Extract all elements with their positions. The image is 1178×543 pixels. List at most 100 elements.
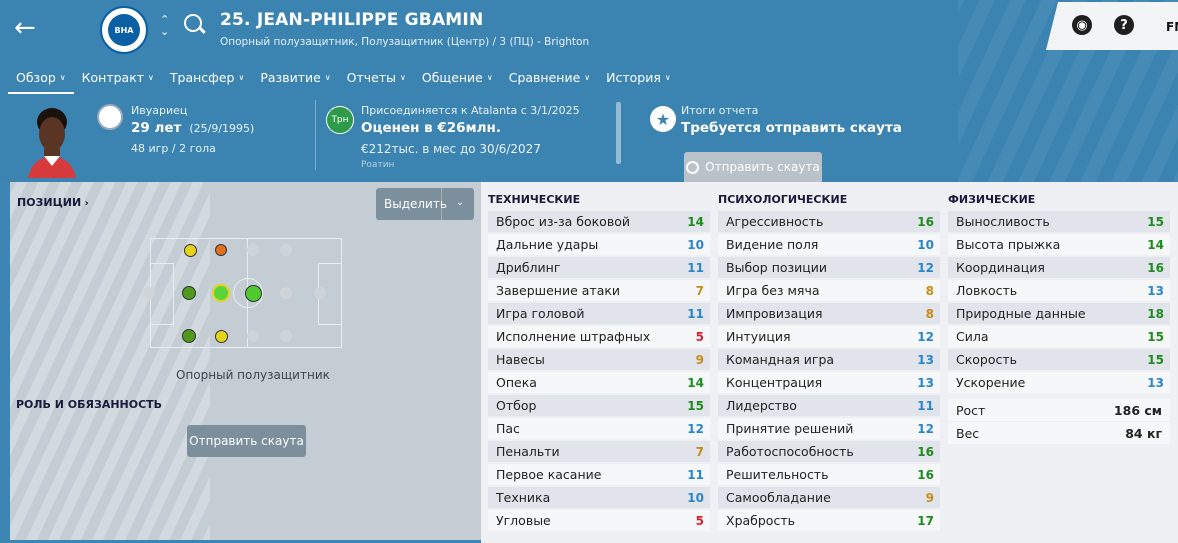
attribute-value: 15 [687,398,704,413]
nav-tab[interactable]: История ∨ [598,66,679,94]
attribute-row[interactable]: Импровизация 8 [718,303,940,324]
attribute-row[interactable]: Лидерство 11 [718,395,940,416]
nav-tab[interactable]: Обзор ∨ [8,66,74,94]
position-dot[interactable] [143,287,155,299]
attribute-row[interactable]: Концентрация 13 [718,372,940,393]
attribute-row[interactable]: Природные данные 18 [948,303,1170,324]
nav-tab[interactable]: Сравнение ∨ [501,66,598,94]
career-stats: 48 игр / 2 гола [131,142,216,155]
chevron-down-icon: ∨ [324,73,331,82]
scrollbar[interactable] [616,102,621,164]
back-arrow-icon[interactable]: ← [14,14,44,44]
attribute-row[interactable]: Игра головой 11 [488,303,710,324]
position-dot[interactable] [247,330,259,342]
attribute-row[interactable]: Скорость 15 [948,349,1170,370]
attribute-row[interactable]: Угловые 5 [488,510,710,531]
position-dot[interactable] [244,284,262,302]
position-dot[interactable] [182,286,196,300]
chevron-down-icon: ⌄ [455,197,464,208]
search-icon[interactable] [184,14,202,32]
attribute-row[interactable]: Принятие решений 12 [718,418,940,439]
attribute-row[interactable]: Самообладание 9 [718,487,940,508]
nav-tabs: Обзор ∨ Контракт ∨ Трансфер ∨ Развитие ∨ Отчеты ∨… [8,66,679,94]
position-dot[interactable] [183,243,197,257]
attribute-name: Первое касание [496,467,602,482]
clipped-text: Роатин [361,160,395,168]
attribute-row[interactable]: Выбор позиции 12 [718,257,940,278]
attribute-row[interactable]: Выносливость 15 [948,211,1170,232]
nav-tab[interactable]: Общение ∨ [414,66,501,94]
report-label: Итоги отчета [681,104,759,117]
attribute-row[interactable]: Ловкость 13 [948,280,1170,301]
nav-tab-label: Контракт [81,70,145,85]
help-icon[interactable]: ? [1114,15,1134,35]
attribute-row[interactable]: Работоспособность 16 [718,441,940,462]
attribute-row[interactable]: Дриблинг 11 [488,257,710,278]
attribute-row[interactable]: Интуиция 12 [718,326,940,347]
attribute-value: 16 [917,467,934,482]
attribute-value: 10 [687,490,704,505]
player-title: 25. JEAN-PHILIPPE GBAMIN [220,10,484,30]
attribute-row[interactable]: Отбор 15 [488,395,710,416]
attribute-value: 9 [695,352,704,367]
attribute-name: Завершение атаки [496,283,621,298]
send-scout-top-label: Отправить скаута [705,160,820,174]
send-scout-button[interactable]: Отправить скаута [187,425,306,457]
attribute-name: Техника [496,490,551,505]
report-status: Требуется отправить скаута [681,120,902,136]
send-scout-top-button[interactable]: Отправить скаута [684,152,822,182]
nav-tab[interactable]: Трансфер ∨ [162,66,252,94]
attribute-name: Командная игра [726,352,835,367]
attribute-row[interactable]: Дальние удары 10 [488,234,710,255]
attribute-row[interactable]: Ускорение 13 [948,372,1170,393]
attribute-name: Самообладание [726,490,831,505]
position-dot[interactable] [280,287,292,299]
attribute-row[interactable]: Храбрость 17 [718,510,940,531]
attribute-row[interactable]: Техника 10 [488,487,710,508]
attribute-row[interactable]: Пенальти 7 [488,441,710,462]
attribute-row[interactable]: Агрессивность 16 [718,211,940,232]
attribute-value: 11 [687,467,704,482]
position-dot[interactable] [214,329,228,343]
chevron-down-icon: ∨ [486,73,493,82]
attribute-row[interactable]: Координация 16 [948,257,1170,278]
attribute-name: Выносливость [956,214,1050,229]
position-dot[interactable] [280,244,292,256]
nav-tab[interactable]: Развитие ∨ [252,66,338,94]
prev-next-player-icon[interactable]: ⌃ ⌄ [160,14,169,38]
attribute-value: 7 [695,283,704,298]
nav-tab[interactable]: Контракт ∨ [74,66,162,94]
position-dot[interactable] [247,244,259,256]
nav-tab[interactable]: Отчеты ∨ [339,66,414,94]
attribute-row[interactable]: Первое касание 11 [488,464,710,485]
attribute-row[interactable]: Игра без мяча 8 [718,280,940,301]
highlight-select[interactable]: Выделить ⌄ [376,188,474,220]
attribute-name: Навесы [496,352,545,367]
club-crest[interactable]: BHA [100,6,148,54]
position-dot[interactable] [215,244,227,256]
position-dot[interactable] [314,287,326,299]
world-icon[interactable]: ◉ [1072,15,1092,35]
attribute-row[interactable]: Навесы 9 [488,349,710,370]
attribute-row[interactable]: Сила 15 [948,326,1170,347]
star-icon: ★ [650,106,676,132]
date-of-birth: (25/9/1995) [189,122,255,135]
attribute-row[interactable]: Вброс из-за боковой 14 [488,211,710,232]
attribute-row[interactable]: Решительность 16 [718,464,940,485]
attribute-row[interactable]: Пас 12 [488,418,710,439]
positions-title[interactable]: ПОЗИЦИИ › [17,196,89,209]
attribute-row[interactable]: Опека 14 [488,372,710,393]
transfer-joins[interactable]: Присоединяется к Atalanta с 3/1/2025 [361,104,580,117]
fm-logo[interactable]: FM [1166,20,1178,34]
attribute-row[interactable]: Командная игра 13 [718,349,940,370]
attribute-row[interactable]: Исполнение штрафных 5 [488,326,710,347]
position-dot[interactable] [280,330,292,342]
separator [441,188,442,220]
attribute-row[interactable]: Завершение атаки 7 [488,280,710,301]
attribute-name: Игра без мяча [726,283,820,298]
attribute-row[interactable]: Видение поля 10 [718,234,940,255]
position-dot[interactable] [212,284,230,302]
attribute-row[interactable]: Высота прыжка 14 [948,234,1170,255]
physical-extra-value: 186 см [1113,402,1162,418]
position-dot[interactable] [182,329,196,343]
